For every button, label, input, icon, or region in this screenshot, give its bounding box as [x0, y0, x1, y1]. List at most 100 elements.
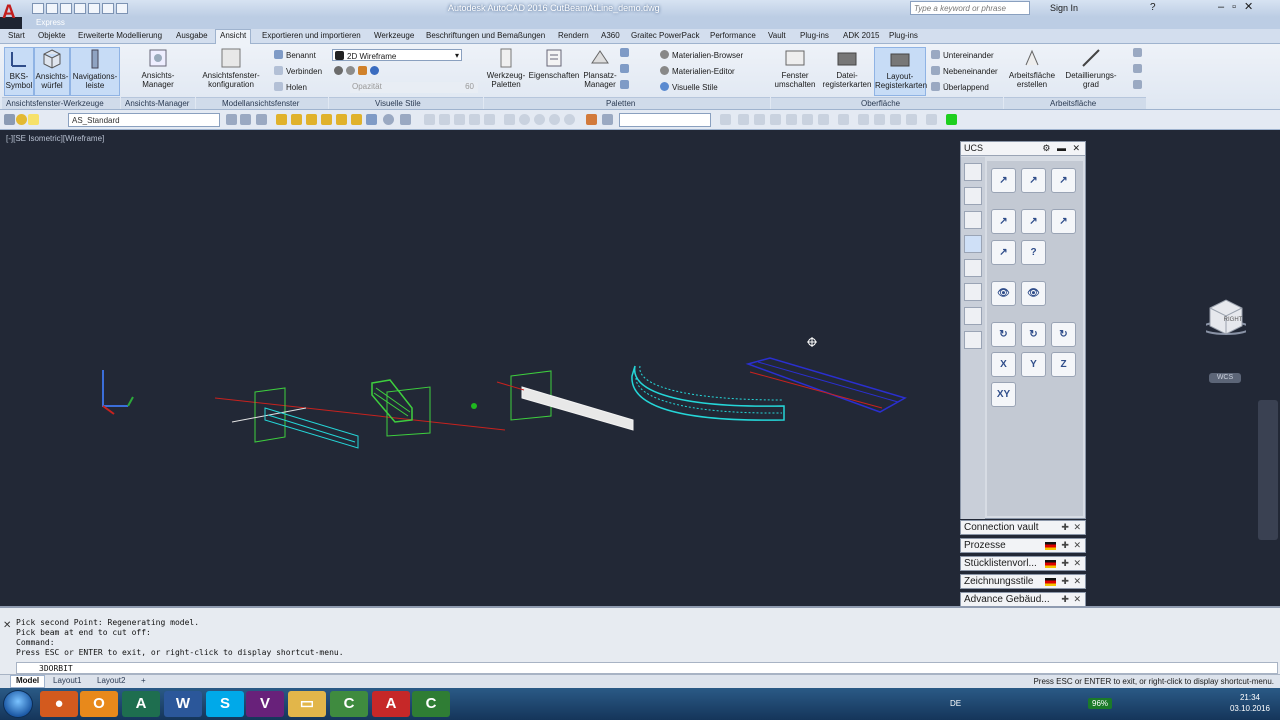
- tab-rendern[interactable]: Rendern: [558, 31, 589, 40]
- tab-start[interactable]: Start: [8, 31, 25, 40]
- tab-a360[interactable]: A360: [601, 31, 620, 40]
- ucs-palette-header[interactable]: UCS ⚙ ▬ ✕: [961, 142, 1085, 156]
- wcs-badge[interactable]: WCS: [1209, 373, 1241, 383]
- shape-icon-2[interactable]: [439, 114, 450, 125]
- command-input[interactable]: 3DORBIT: [16, 662, 1278, 674]
- autocad-taskbar-icon[interactable]: A: [372, 691, 410, 717]
- tab-adk[interactable]: ADK 2015: [843, 31, 879, 40]
- ucs-rotate-y-button[interactable]: ↻: [1021, 322, 1046, 347]
- palette-pin-close-icon[interactable]: ✚ ✕: [1061, 540, 1082, 551]
- new-icon[interactable]: [32, 3, 44, 14]
- palette-small-icon-2[interactable]: [620, 64, 632, 74]
- close-icon[interactable]: ✕: [3, 620, 11, 631]
- shape-icon-8[interactable]: [534, 114, 545, 125]
- ribbon-extra-icon-2[interactable]: [1133, 64, 1145, 74]
- firefox-icon[interactable]: ●: [40, 691, 78, 717]
- autocad-app-icon[interactable]: A: [2, 2, 20, 24]
- view-icon-2[interactable]: [291, 114, 302, 125]
- help-icon[interactable]: ?: [1150, 2, 1156, 13]
- viewcube-button[interactable]: Ansichts- würfel: [34, 47, 70, 96]
- snap-icon-4[interactable]: [770, 114, 781, 125]
- visual-studio-icon[interactable]: V: [246, 691, 284, 717]
- text-style-dropdown[interactable]: AS_Standard: [68, 113, 220, 127]
- view-icon-6[interactable]: [351, 114, 362, 125]
- ribbon-extra-icon-3[interactable]: [1133, 80, 1145, 90]
- snap-icon-8[interactable]: [838, 114, 849, 125]
- view-manager-button[interactable]: Ansichts- Manager: [136, 47, 180, 89]
- layout-tabs-button[interactable]: Layout- Registerkarten: [874, 47, 927, 96]
- palette-tab-6[interactable]: [964, 283, 982, 301]
- saveas-icon[interactable]: [74, 3, 86, 14]
- detail-level-button[interactable]: Detaillierungs- grad: [1062, 47, 1120, 89]
- snap-icon-9[interactable]: [858, 114, 869, 125]
- properties-button[interactable]: Eigenschaften: [528, 47, 580, 80]
- toolbar-icon-5[interactable]: [602, 114, 613, 125]
- shape-icon-3[interactable]: [454, 114, 465, 125]
- tool-palettes-button[interactable]: Werkzeug- Paletten: [486, 47, 526, 89]
- ucs-face-button[interactable]: ↗: [1051, 168, 1076, 193]
- ucs-rotate-x-button[interactable]: ↻: [991, 322, 1016, 347]
- palette-advance-gebaeude[interactable]: Advance Gebäud... ✚ ✕: [960, 592, 1086, 607]
- app-icon-a[interactable]: A: [122, 691, 160, 717]
- tab-performance[interactable]: Performance: [710, 31, 756, 40]
- battery-indicator[interactable]: 96%: [1088, 698, 1113, 709]
- materials-browser-button[interactable]: Materialien-Browser: [660, 50, 743, 60]
- named-viewports-button[interactable]: Benannt: [274, 50, 316, 60]
- tab-model[interactable]: Model: [10, 675, 46, 688]
- ucs-previous-button[interactable]: ↗: [1021, 168, 1046, 193]
- snap-icon-11[interactable]: [890, 114, 901, 125]
- snap-icon-10[interactable]: [874, 114, 885, 125]
- snap-icon-3[interactable]: [754, 114, 765, 125]
- snap-icon-13[interactable]: [926, 114, 937, 125]
- visual-style-dropdown[interactable]: 2D Wireframe ▾: [332, 49, 462, 61]
- start-button[interactable]: [3, 690, 33, 718]
- view-3d-icon[interactable]: [366, 114, 377, 125]
- palette-zeichnungsstile[interactable]: Zeichnungsstile ✚ ✕: [960, 574, 1086, 589]
- tab-beschriftungen[interactable]: Beschriftungen und Bemaßungen: [426, 31, 545, 40]
- open-icon[interactable]: [46, 3, 58, 14]
- ucs-3point-button[interactable]: ?: [1021, 240, 1046, 265]
- toolbar-icon-4[interactable]: [400, 114, 411, 125]
- snap-icon-1[interactable]: [720, 114, 731, 125]
- join-viewports-button[interactable]: Verbinden: [274, 66, 322, 76]
- toolbar-icon-3[interactable]: [256, 114, 267, 125]
- snap-icon-2[interactable]: [738, 114, 749, 125]
- cascade-button[interactable]: Untereinander: [931, 50, 994, 60]
- outlook-icon[interactable]: O: [80, 691, 118, 717]
- file-tabs-button[interactable]: Datei- registerkarten: [822, 47, 872, 89]
- ucs-symbol-button[interactable]: BKS- Symbol: [4, 47, 34, 96]
- tab-plugins[interactable]: Plug-ins: [800, 31, 829, 40]
- shape-icon-4[interactable]: [469, 114, 480, 125]
- status-green-icon[interactable]: [946, 114, 957, 125]
- palette-pin-close-icon[interactable]: ✚ ✕: [1061, 558, 1082, 569]
- shape-icon-9[interactable]: [549, 114, 560, 125]
- redo-icon[interactable]: [116, 3, 128, 14]
- save-icon[interactable]: [60, 3, 72, 14]
- tab-plugins-2[interactable]: Plug-ins: [889, 31, 918, 40]
- view-dropdown[interactable]: [619, 113, 711, 127]
- restore-viewports-button[interactable]: Holen: [274, 82, 307, 92]
- window-controls[interactable]: –▫✕: [1218, 0, 1261, 13]
- tab-exportieren[interactable]: Exportieren und importieren: [262, 31, 361, 40]
- ucs-z-button[interactable]: Z: [1051, 352, 1076, 377]
- view-icon-5[interactable]: [336, 114, 347, 125]
- ucs-zaxis-button[interactable]: ↗: [991, 240, 1016, 265]
- toolbar-icon-2[interactable]: [240, 114, 251, 125]
- layer-icon[interactable]: [4, 114, 15, 125]
- shape-icon-6[interactable]: [504, 114, 515, 125]
- search-input[interactable]: Type a keyword or phrase: [910, 1, 1030, 15]
- palette-tab-8[interactable]: [964, 331, 982, 349]
- undo-icon[interactable]: [102, 3, 114, 14]
- create-workspace-button[interactable]: Arbeitsfläche erstellen: [1006, 47, 1058, 89]
- snap-icon-5[interactable]: [786, 114, 797, 125]
- shape-icon-1[interactable]: [424, 114, 435, 125]
- tab-vault[interactable]: Vault: [768, 31, 786, 40]
- snap-icon-7[interactable]: [818, 114, 829, 125]
- opacity-slider[interactable]: Opazität 60: [350, 82, 478, 93]
- tab-ansicht[interactable]: Ansicht: [215, 29, 252, 44]
- overlap-button[interactable]: Überlappend: [931, 82, 989, 92]
- palette-tab-7[interactable]: [964, 307, 982, 325]
- sheetset-manager-button[interactable]: Plansatz- Manager: [582, 47, 618, 89]
- toolbar-icon-1[interactable]: [226, 114, 237, 125]
- shape-icon-10[interactable]: [564, 114, 575, 125]
